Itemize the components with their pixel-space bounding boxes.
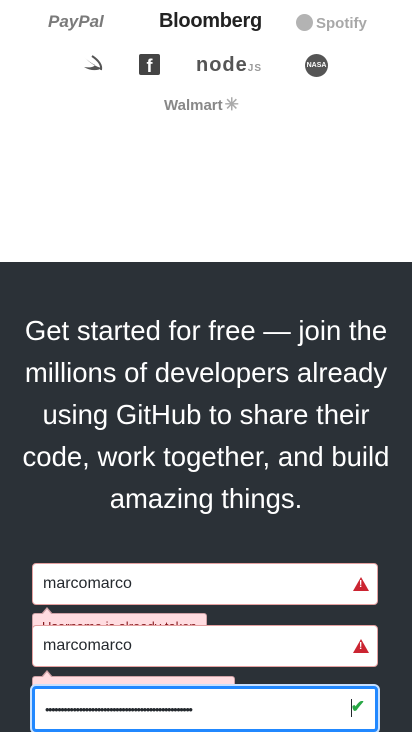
username-input[interactable]	[43, 564, 343, 604]
spotify-logo: Spotify	[296, 14, 367, 32]
checkmark-icon: ✔	[350, 697, 365, 716]
walmart-logo-text: Walmart	[164, 97, 223, 114]
facebook-icon: f	[139, 54, 160, 76]
customer-logos: PayPal Bloomberg Spotify f nodeJS NASA W…	[0, 0, 412, 262]
nodejs-logo: nodeJS	[196, 54, 262, 77]
username-field[interactable]	[32, 563, 378, 605]
spotify-icon	[296, 14, 313, 31]
nodejs-logo-text: node	[196, 54, 248, 76]
email-field[interactable]	[32, 625, 378, 667]
warning-icon	[353, 577, 369, 591]
swift-icon	[82, 53, 104, 81]
walmart-logo: Walmart ✳	[164, 95, 239, 115]
password-input[interactable]	[45, 689, 349, 729]
email-input[interactable]	[43, 626, 343, 666]
nasa-logo: NASA	[305, 54, 328, 77]
spotify-logo-text: Spotify	[316, 15, 367, 32]
walmart-spark-icon: ✳	[224, 95, 239, 114]
signup-headline: Get started for free — join the millions…	[22, 315, 390, 514]
nodejs-logo-suffix: JS	[247, 63, 263, 74]
password-field[interactable]: ✔	[32, 686, 378, 732]
paypal-logo: PayPal	[48, 12, 104, 31]
warning-icon	[353, 639, 369, 653]
bloomberg-logo: Bloomberg	[159, 10, 262, 32]
